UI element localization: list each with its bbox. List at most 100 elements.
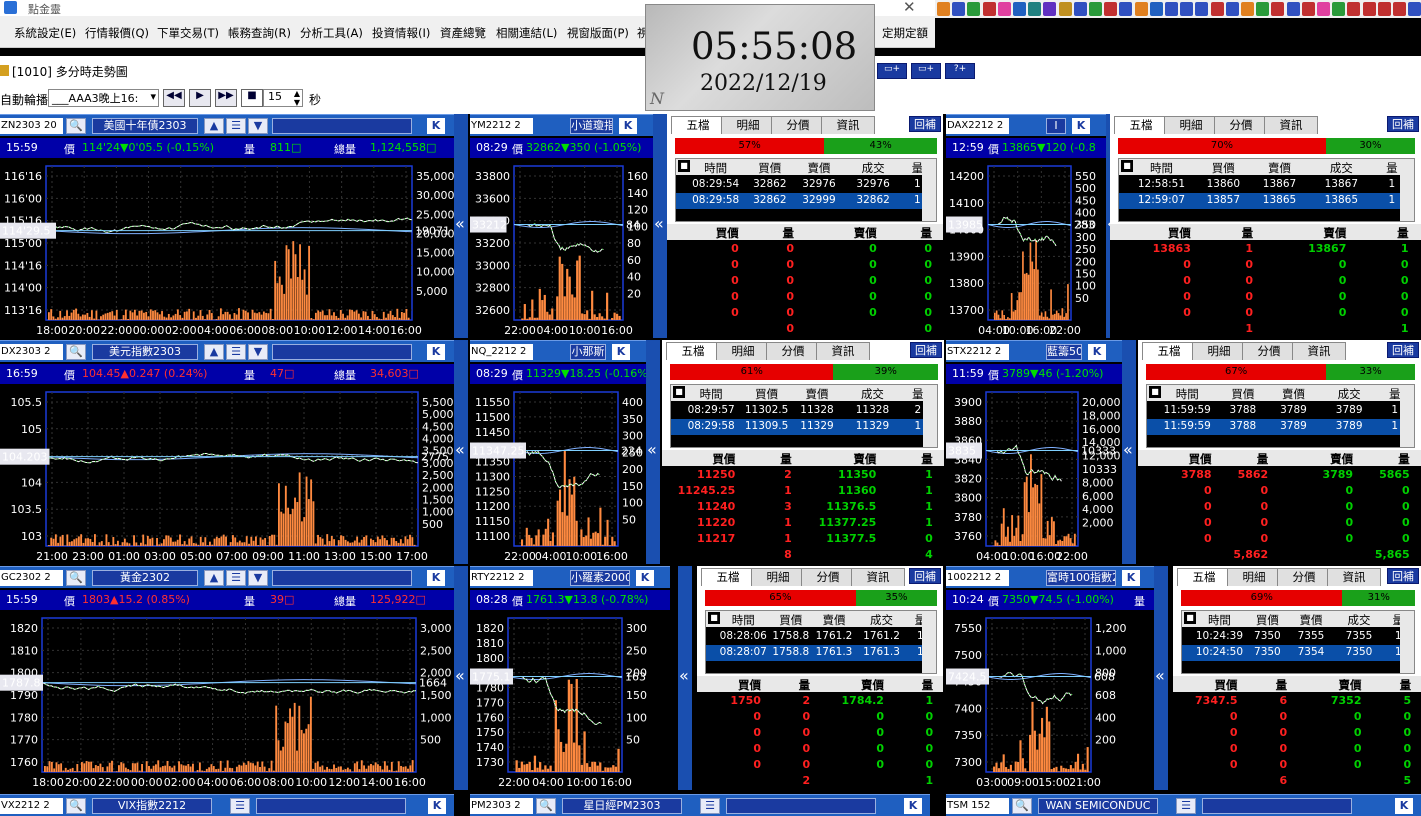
trade-row[interactable]: 12:58:511386013867138671 [1119, 177, 1400, 193]
book-row[interactable]: 0000 [1110, 290, 1421, 306]
chevron-down-icon[interactable]: ▼ [248, 570, 268, 586]
symbol-select[interactable]: RTY2212 2 [470, 570, 533, 586]
refill-button[interactable]: 回補 [909, 568, 941, 584]
search-icon[interactable]: 🔍 [66, 344, 86, 360]
book-row[interactable]: 7347.5673525 [1173, 694, 1421, 710]
kline-button[interactable]: K [636, 570, 654, 586]
tab-detail[interactable]: 明細 [1192, 342, 1246, 360]
book-row[interactable]: 11217111377.50 [662, 532, 944, 548]
double-chevron-icon[interactable]: « [679, 666, 689, 685]
input-box[interactable] [726, 798, 876, 814]
book-row[interactable]: 84 [662, 548, 944, 564]
book-row[interactable]: 0000 [697, 758, 943, 774]
double-chevron-icon[interactable]: « [455, 214, 465, 233]
menu-item[interactable]: 視窗版面(P) [567, 25, 629, 41]
book-row[interactable]: 5,8625,865 [1138, 548, 1421, 564]
symbol-select[interactable]: DAX2212 2 [946, 118, 1009, 134]
search-icon[interactable]: 🔍 [66, 798, 86, 814]
book-row[interactable]: 0000 [697, 726, 943, 742]
kline-button[interactable]: K [428, 798, 446, 814]
stop-button[interactable]: ■ [241, 89, 263, 107]
toolbar-shortcut-icon[interactable] [1165, 2, 1178, 16]
toolbar-shortcut-icon[interactable] [998, 2, 1011, 16]
toolbar-shortcut-icon[interactable] [1119, 2, 1132, 16]
trade-row[interactable]: 11:59:593788378937891 [1147, 403, 1400, 419]
symbol-select[interactable]: VX2212 2 [0, 798, 63, 814]
tab-price-dist[interactable]: 分價 [1214, 116, 1268, 134]
book-row[interactable]: 11240311376.51 [662, 500, 944, 516]
stepper-arrows-icon[interactable]: ▲▼ [294, 89, 300, 107]
book-row[interactable]: 138631138671 [1110, 242, 1421, 258]
book-row[interactable]: 175021784.21 [697, 694, 943, 710]
toolbar-shortcut-icon[interactable] [1256, 2, 1269, 16]
double-chevron-icon[interactable]: « [455, 440, 465, 459]
tab-detail[interactable]: 明細 [1164, 116, 1218, 134]
refill-button[interactable]: 回補 [1387, 568, 1419, 584]
book-row[interactable]: 0000 [697, 742, 943, 758]
tab-info[interactable]: 資訊 [1292, 342, 1346, 360]
double-chevron-icon[interactable]: « [1155, 666, 1165, 685]
up-arrow-icon[interactable]: ▲ [204, 118, 224, 134]
book-row[interactable]: 0000 [1110, 274, 1421, 290]
toolbar-shortcut-icon[interactable] [1089, 2, 1102, 16]
book-row[interactable]: 11245.251113601 [662, 484, 944, 500]
kline-button[interactable]: K [427, 570, 445, 586]
menu-item[interactable]: 系統設定(E) [14, 25, 76, 41]
refill-button[interactable]: 回補 [1387, 116, 1419, 132]
up-arrow-icon[interactable]: ▲ [204, 344, 224, 360]
book-row[interactable]: 0000 [1110, 258, 1421, 274]
tab-price-dist[interactable]: 分價 [771, 116, 825, 134]
tab-detail[interactable]: 明細 [721, 116, 775, 134]
book-row[interactable]: 0000 [667, 290, 943, 306]
book-row[interactable]: 0000 [1110, 306, 1421, 322]
kline-button[interactable]: K [612, 344, 630, 360]
panel-toggle[interactable]: « [1122, 340, 1136, 564]
tab-quote5[interactable]: 五檔 [666, 342, 720, 360]
kline-button[interactable]: K [427, 118, 445, 134]
close-icon[interactable]: ✕ [903, 0, 916, 16]
tab-quote5[interactable]: 五檔 [701, 568, 755, 586]
kline-button[interactable]: K [1072, 118, 1090, 134]
refill-button[interactable]: 回補 [1387, 342, 1419, 358]
tab-quote5[interactable]: 五檔 [1177, 568, 1231, 586]
list-icon[interactable]: ☰ [226, 118, 246, 134]
book-row[interactable]: 0000 [667, 274, 943, 290]
toolbar-shortcut-icon[interactable] [1195, 2, 1208, 16]
menu-item[interactable]: 分析工具(A) [300, 25, 363, 41]
symbol-select[interactable]: GC2302 2 [0, 570, 63, 586]
book-row[interactable]: 0000 [1173, 742, 1421, 758]
book-row[interactable]: 0000 [1138, 500, 1421, 516]
menu-item[interactable]: 行情報價(Q) [85, 25, 149, 41]
trade-row[interactable]: 08:28:071758.81761.31761.31 [706, 645, 922, 661]
toolbar-shortcut-icon[interactable] [1408, 2, 1421, 16]
tab-price-dist[interactable]: 分價 [1277, 568, 1331, 586]
help-button[interactable]: ?+ [945, 63, 975, 79]
list-icon[interactable]: ☰ [230, 798, 250, 814]
panel-toggle[interactable]: « [454, 340, 468, 564]
scrollbar[interactable] [1400, 611, 1414, 673]
symbol-select[interactable]: DX2303 2 [0, 344, 63, 360]
refill-button[interactable]: 回補 [909, 116, 941, 132]
search-icon[interactable]: 🔍 [66, 570, 86, 586]
input-box[interactable] [256, 798, 406, 814]
symbol-select[interactable]: YM2212 2 [470, 118, 533, 134]
book-row[interactable]: 00 [667, 322, 943, 338]
interval-stepper[interactable]: 15▲▼ [263, 89, 303, 107]
tab-info[interactable]: 資訊 [821, 116, 875, 134]
menu-item[interactable]: 相關連結(L) [496, 25, 557, 41]
menu-item[interactable]: 投資情報(I) [372, 25, 430, 41]
trade-row[interactable]: 08:29:5811309.511329113291 [671, 419, 923, 435]
book-row[interactable]: 0000 [1173, 710, 1421, 726]
scrollbar[interactable] [1400, 159, 1414, 221]
book-row[interactable]: 0000 [1138, 532, 1421, 548]
book-row[interactable]: 0000 [1138, 516, 1421, 532]
tab-price-dist[interactable]: 分價 [766, 342, 820, 360]
tab-price-dist[interactable]: 分價 [801, 568, 855, 586]
kline-button[interactable]: K [904, 798, 922, 814]
toolbar-shortcut-icon[interactable] [1104, 2, 1117, 16]
search-icon[interactable]: 🔍 [536, 798, 556, 814]
clock-widget[interactable]: 05:55:08 2022/12/19 N [645, 4, 875, 111]
tab-quote5[interactable]: 五檔 [1114, 116, 1168, 134]
toolbar-shortcut-icon[interactable] [1302, 2, 1315, 16]
trade-row[interactable]: 08:29:543286232976329761 [676, 177, 922, 193]
